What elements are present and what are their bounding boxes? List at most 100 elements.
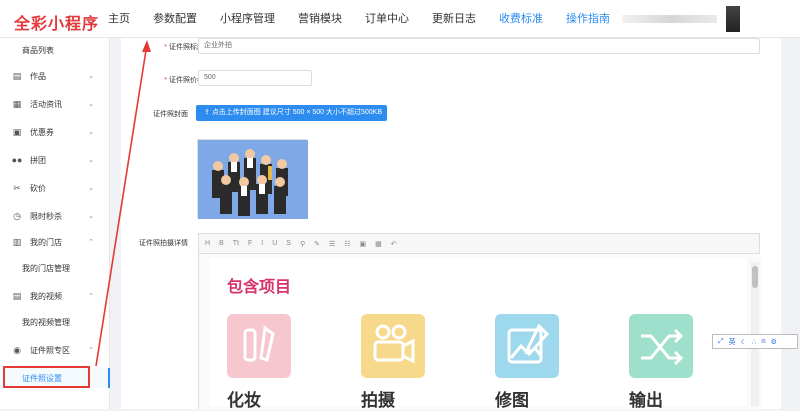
retouch-label: 修图 xyxy=(495,391,529,410)
top-nav: 主页 参数配置 小程序管理 营销模块 订单中心 更新日志 收费标准 操作指南 xyxy=(108,0,633,38)
nav-marketing[interactable]: 营销模块 xyxy=(298,0,342,38)
align-icon[interactable]: ☷ xyxy=(344,240,350,248)
sidebar-item-video[interactable]: ▤ 我的视频 ⌃ xyxy=(0,286,110,306)
makeup-label: 化妆 xyxy=(227,391,261,410)
makeup-icon xyxy=(243,325,275,362)
sidebar-item-product-list[interactable]: 商品列表 xyxy=(0,40,110,60)
makeup-tile xyxy=(227,314,291,378)
chevron-up-icon: ⌃ xyxy=(88,293,94,300)
expand-icon[interactable]: ⤢ xyxy=(718,338,724,346)
nav-guide[interactable]: 操作指南 xyxy=(566,0,610,38)
chevron-down-icon: ⌄ xyxy=(88,185,94,192)
shooting-tile xyxy=(361,314,425,378)
font-icon[interactable]: F xyxy=(248,240,252,247)
sidebar-item-id-zone[interactable]: ◉ 证件照专区 ⌃ xyxy=(0,340,110,360)
sidebar-item-label: 我的视频管理 xyxy=(22,317,70,327)
font-size-icon[interactable]: Tt xyxy=(233,240,239,247)
pen-icon[interactable]: ✎ xyxy=(314,240,320,248)
nav-orders[interactable]: 订单中心 xyxy=(365,0,409,38)
account-name-blurred xyxy=(622,15,717,23)
sidebar-item-store[interactable]: ▥ 我的门店 ⌃ xyxy=(0,232,110,252)
dots-icon[interactable]: ∴ xyxy=(752,338,756,346)
cover-image[interactable] xyxy=(197,139,308,219)
title-label: * 证件照标题 xyxy=(164,44,204,51)
user-icon[interactable]: ⍝ xyxy=(761,338,765,346)
heading-icon[interactable]: H xyxy=(205,240,210,247)
title-input[interactable]: 企业外拍 xyxy=(198,38,760,54)
upload-cover-button[interactable]: ⇪ 点击上传封面图 建议尺寸 500 × 500 大小不超过500KB xyxy=(196,105,387,121)
sidebar-item-store-manage[interactable]: 我的门店管理 xyxy=(0,258,110,278)
sidebar-item-label: 活动资讯 xyxy=(30,99,62,109)
sidebar-item-label: 我的视频 xyxy=(30,291,62,301)
film-icon: ▤ xyxy=(12,70,22,81)
clock-icon: ◷ xyxy=(13,210,21,221)
chevron-down-icon: ⌄ xyxy=(88,157,94,164)
image-icon[interactable]: ▣ xyxy=(360,240,367,248)
chevron-down-icon: ⌄ xyxy=(88,101,94,108)
id-photo-icon: ◉ xyxy=(13,344,21,355)
nav-changelog[interactable]: 更新日志 xyxy=(432,0,476,38)
underline-icon[interactable]: U xyxy=(272,240,277,247)
business-people-illustration xyxy=(198,140,308,219)
top-bar: 全彩小程序 主页 参数配置 小程序管理 营销模块 订单中心 更新日志 收费标准 … xyxy=(0,0,800,38)
link-icon[interactable]: ⚲ xyxy=(300,240,305,248)
bold-icon[interactable]: B xyxy=(219,240,224,247)
avatar[interactable] xyxy=(726,6,740,32)
ime-toolbar[interactable]: ⤢ 英 ☾ ∴ ⍝ ⚙ xyxy=(712,334,798,349)
sidebar-item-label: 作品 xyxy=(30,71,46,81)
camera-icon xyxy=(373,324,415,364)
store-icon: ▥ xyxy=(12,236,22,247)
chevron-up-icon: ⌃ xyxy=(88,347,94,354)
highlight-box xyxy=(3,366,90,388)
undo-icon[interactable]: ↶ xyxy=(391,240,397,248)
ime-lang[interactable]: 英 xyxy=(729,337,736,347)
list-icon[interactable]: ☰ xyxy=(329,240,335,248)
upload-button-label: 点击上传封面图 建议尺寸 500 × 500 大小不超过500KB xyxy=(211,109,382,116)
editor-body: 包含项目 化妆 拍摄 修图 输出 xyxy=(199,254,761,410)
sidebar-item-news[interactable]: ▦ 活动资讯 ⌄ xyxy=(0,94,110,114)
nav-miniapp[interactable]: 小程序管理 xyxy=(220,0,275,38)
scissors-icon: ✂ xyxy=(13,182,21,193)
sidebar-item-label: 商品列表 xyxy=(22,45,54,55)
scrollbar-thumb[interactable] xyxy=(752,266,758,288)
sidebar-item-label: 证件照专区 xyxy=(30,345,70,355)
sidebar-item-label: 砍价 xyxy=(30,183,46,193)
nav-pricing[interactable]: 收费标准 xyxy=(499,0,543,38)
sidebar-item-label: 我的门店管理 xyxy=(22,263,70,273)
sidebar-item-flash-sale[interactable]: ◷ 限时秒杀 ⌄ xyxy=(0,206,110,226)
sidebar-item-label: 优惠券 xyxy=(30,127,54,137)
nav-home[interactable]: 主页 xyxy=(108,0,130,38)
sidebar-item-label: 拼团 xyxy=(30,155,46,165)
output-tile xyxy=(629,314,693,378)
sidebar-item-label: 限时秒杀 xyxy=(30,211,62,221)
editor-toolbar: H B Tt F I U S ⚲ ✎ ☰ ☷ ▣ ▦ ↶ xyxy=(199,234,759,254)
editor-content[interactable]: 包含项目 化妆 拍摄 修图 输出 xyxy=(209,258,747,410)
sidebar: 商品列表 ▤ 作品 ⌄ ▦ 活动资讯 ⌄ ▣ 优惠券 ⌄ ●● 拼团 ⌄ ✂ 砍… xyxy=(0,38,110,409)
sidebar-item-label: 我的门店 xyxy=(30,237,62,247)
sidebar-item-coupons[interactable]: ▣ 优惠券 ⌄ xyxy=(0,122,110,142)
chevron-down-icon: ⌄ xyxy=(88,73,94,80)
nav-params[interactable]: 参数配置 xyxy=(153,0,197,38)
italic-icon[interactable]: I xyxy=(261,240,263,247)
shuffle-icon xyxy=(641,328,684,366)
group-icon: ●● xyxy=(11,155,23,165)
shooting-label: 拍摄 xyxy=(361,391,395,410)
rich-text-editor[interactable]: H B Tt F I U S ⚲ ✎ ☰ ☷ ▣ ▦ ↶ 包含项目 化妆 拍摄 … xyxy=(198,233,761,410)
price-label: * 证件照价格 xyxy=(164,77,204,84)
sidebar-item-group-buy[interactable]: ●● 拼团 ⌄ xyxy=(0,150,110,170)
sidebar-item-bargain[interactable]: ✂ 砍价 ⌄ xyxy=(0,178,110,198)
detail-label: 证件照拍摄详情 xyxy=(139,240,188,247)
photo-edit-icon xyxy=(507,323,550,364)
strikethrough-icon[interactable]: S xyxy=(286,240,291,247)
output-label: 输出 xyxy=(629,391,663,410)
retouch-tile xyxy=(495,314,559,378)
moon-icon[interactable]: ☾ xyxy=(741,338,747,346)
ticket-icon: ▣ xyxy=(12,126,22,137)
logo[interactable]: 全彩小程序 xyxy=(14,10,99,34)
gear-icon[interactable]: ⚙ xyxy=(771,338,777,346)
sidebar-item-video-manage[interactable]: 我的视频管理 xyxy=(0,312,110,332)
price-input[interactable]: 500 xyxy=(198,70,312,86)
sidebar-item-works[interactable]: ▤ 作品 ⌄ xyxy=(0,66,110,86)
chevron-down-icon: ⌄ xyxy=(88,213,94,220)
table-icon[interactable]: ▦ xyxy=(375,240,382,248)
